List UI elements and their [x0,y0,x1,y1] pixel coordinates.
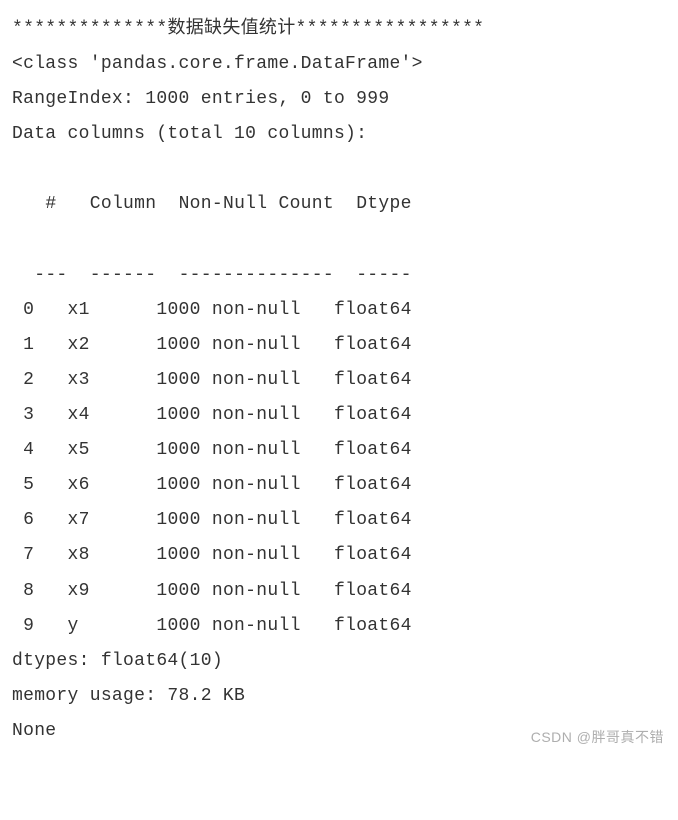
row-column-name: x7 [68,510,157,530]
table-row: 8 x9 1000 non-null float64 [12,574,666,609]
dtypes-line: dtypes: float64(10) [12,644,666,679]
table-row: 9 y 1000 non-null float64 [12,609,666,644]
row-dtype: float64 [334,405,412,425]
row-column-name: x1 [68,300,157,320]
row-dtype: float64 [334,510,412,530]
row-column-name: x3 [68,370,157,390]
column-header-row: # Column Non-Null Count Dtype [12,152,666,222]
row-nonnull-count: 1000 non-null [156,616,334,636]
col-header-nonnull: Non-Null Count [179,194,357,214]
row-idx: 5 [12,475,68,495]
row-dtype: float64 [334,475,412,495]
table-row: 7 x8 1000 non-null float64 [12,538,666,573]
table-row: 6 x7 1000 non-null float64 [12,503,666,538]
row-dtype: float64 [334,335,412,355]
row-idx: 9 [12,616,68,636]
row-idx: 6 [12,510,68,530]
header-line: **************数据缺失值统计***************** [12,10,666,47]
row-idx: 4 [12,440,68,460]
table-body: 0 x1 1000 non-null float64 1 x2 1000 non… [12,293,666,644]
col-header-idx: # [34,194,90,214]
stars-right: ***************** [296,19,485,39]
col-header-column: Column [90,194,179,214]
row-nonnull-count: 1000 non-null [156,581,334,601]
row-dtype: float64 [334,616,412,636]
row-idx: 2 [12,370,68,390]
table-row: 3 x4 1000 non-null float64 [12,398,666,433]
table-row: 5 x6 1000 non-null float64 [12,468,666,503]
row-idx: 7 [12,545,68,565]
row-column-name: y [68,616,157,636]
row-nonnull-count: 1000 non-null [156,440,334,460]
stars-left: ************** [12,19,167,39]
row-column-name: x4 [68,405,157,425]
row-idx: 1 [12,335,68,355]
row-idx: 8 [12,581,68,601]
table-row: 0 x1 1000 non-null float64 [12,293,666,328]
row-column-name: x9 [68,581,157,601]
row-nonnull-count: 1000 non-null [156,545,334,565]
data-columns-line: Data columns (total 10 columns): [12,117,666,152]
row-dtype: float64 [334,545,412,565]
csdn-watermark: CSDN @胖哥真不错 [531,724,664,751]
class-line: <class 'pandas.core.frame.DataFrame'> [12,47,666,82]
table-row: 4 x5 1000 non-null float64 [12,433,666,468]
column-dash-row: --- ------ -------------- ----- [12,223,666,293]
row-nonnull-count: 1000 non-null [156,335,334,355]
row-nonnull-count: 1000 non-null [156,475,334,495]
row-nonnull-count: 1000 non-null [156,405,334,425]
table-row: 1 x2 1000 non-null float64 [12,328,666,363]
row-dtype: float64 [334,300,412,320]
row-column-name: x8 [68,545,157,565]
row-dtype: float64 [334,440,412,460]
header-title-cjk: 数据缺失值统计 [167,17,295,37]
row-dtype: float64 [334,581,412,601]
row-nonnull-count: 1000 non-null [156,510,334,530]
row-column-name: x5 [68,440,157,460]
row-column-name: x2 [68,335,157,355]
memory-line: memory usage: 78.2 KB [12,679,666,714]
col-dash-idx: --- [34,265,90,285]
row-dtype: float64 [334,370,412,390]
col-header-dtype: Dtype [356,194,434,214]
col-dash-dtype: ----- [356,265,434,285]
row-idx: 3 [12,405,68,425]
col-dash-nonnull: -------------- [179,265,357,285]
row-column-name: x6 [68,475,157,495]
col-dash-column: ------ [90,265,179,285]
row-idx: 0 [12,300,68,320]
row-nonnull-count: 1000 non-null [156,370,334,390]
row-nonnull-count: 1000 non-null [156,300,334,320]
range-index-line: RangeIndex: 1000 entries, 0 to 999 [12,82,666,117]
table-row: 2 x3 1000 non-null float64 [12,363,666,398]
